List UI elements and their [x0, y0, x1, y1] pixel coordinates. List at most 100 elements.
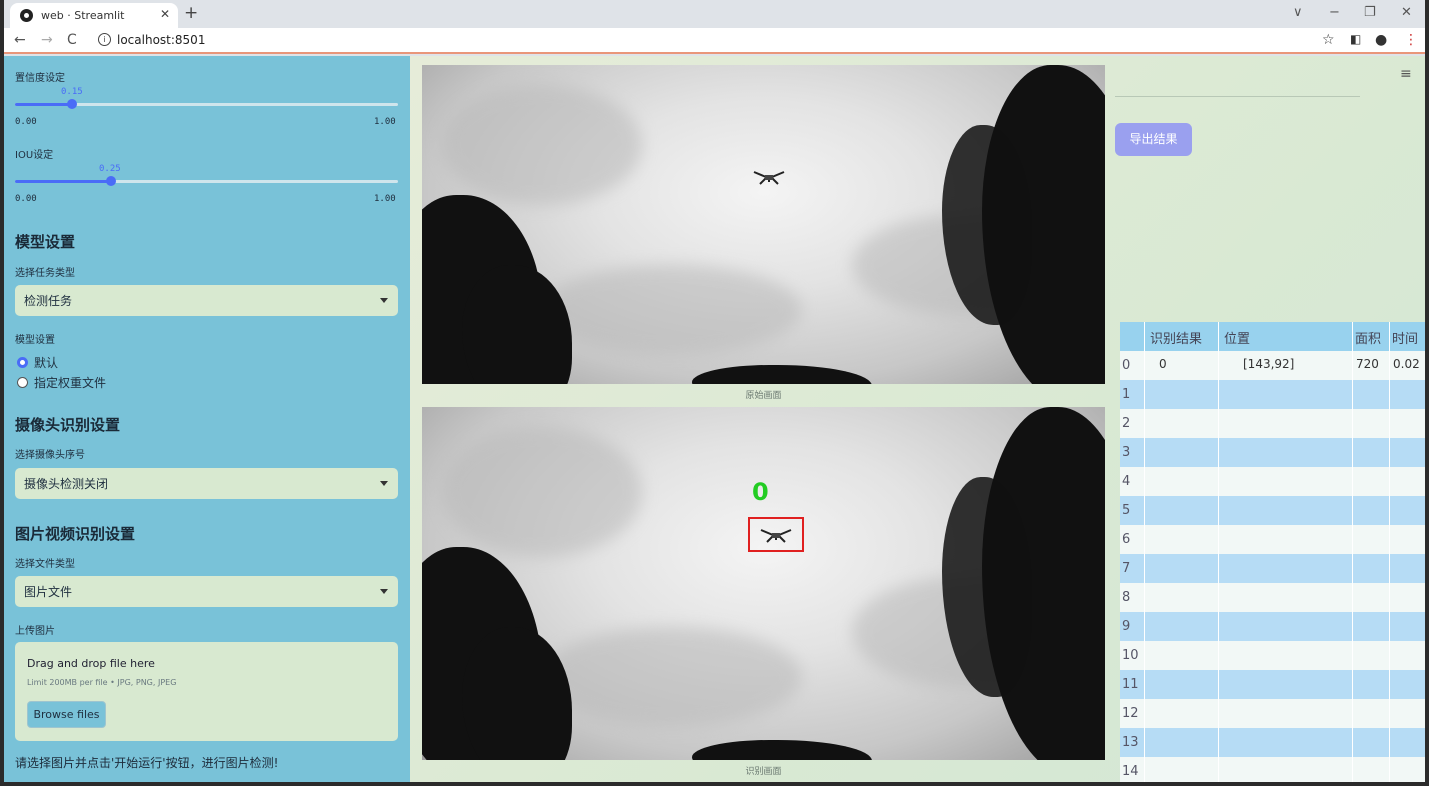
hamburger-menu-icon[interactable]: ≡ — [1400, 66, 1412, 82]
file-dropzone[interactable]: Drag and drop file here Limit 200MB per … — [15, 642, 398, 741]
table-row[interactable]: 5 — [1120, 496, 1425, 525]
new-tab-icon[interactable]: + — [184, 3, 198, 23]
cell-position — [1218, 757, 1352, 782]
confidence-slider[interactable] — [15, 99, 398, 109]
column-header-result[interactable]: 识别结果 — [1144, 322, 1218, 351]
chevron-down-icon — [380, 298, 388, 303]
radio-unselected-icon — [17, 377, 28, 388]
kebab-menu-icon[interactable]: ⋮ — [1404, 32, 1418, 48]
drone-image — [753, 171, 785, 185]
upload-label: 上传图片 — [15, 626, 55, 637]
reload-icon[interactable]: C — [67, 32, 77, 48]
table-row[interactable]: 13 — [1120, 728, 1425, 757]
dropzone-limit: Limit 200MB per file • JPG, PNG, JPEG — [27, 678, 177, 687]
browse-files-button[interactable]: Browse files — [27, 701, 106, 728]
task-type-value: 检测任务 — [24, 294, 73, 308]
cell-result — [1144, 728, 1218, 757]
row-index: 0 — [1122, 358, 1131, 373]
cell-area — [1352, 496, 1389, 525]
cell-time — [1389, 612, 1425, 641]
row-index: 12 — [1122, 706, 1139, 721]
row-index: 2 — [1122, 416, 1131, 431]
cell-position — [1218, 554, 1352, 583]
export-results-button[interactable]: 导出结果 — [1115, 123, 1192, 156]
table-row[interactable]: 9 — [1120, 612, 1425, 641]
table-row[interactable]: 11 — [1120, 670, 1425, 699]
tab-search-icon[interactable]: ∨ — [1293, 5, 1303, 20]
browser-tab[interactable]: web · Streamlit ✕ — [10, 3, 178, 28]
site-info-icon[interactable]: i — [98, 33, 111, 46]
table-header-row: 识别结果 位置 面积 时间 — [1120, 322, 1425, 351]
window-close-icon[interactable]: ✕ — [1401, 5, 1412, 20]
streamlit-favicon-icon — [20, 9, 33, 22]
cell-area: 720 — [1352, 351, 1389, 380]
cell-time — [1389, 438, 1425, 467]
url-text: localhost:8501 — [117, 33, 206, 47]
side-panel-icon[interactable]: ◧ — [1350, 32, 1361, 46]
cell-time — [1389, 641, 1425, 670]
confidence-slider-thumb[interactable] — [67, 99, 78, 109]
cell-area — [1352, 409, 1389, 438]
row-index: 13 — [1122, 735, 1139, 750]
column-header-area[interactable]: 面积 — [1352, 322, 1389, 351]
cell-position — [1218, 728, 1352, 757]
camera-select-value: 摄像头检测关闭 — [24, 477, 109, 491]
radio-default[interactable]: 默认 — [17, 354, 58, 371]
cell-time — [1389, 409, 1425, 438]
radio-custom-weights[interactable]: 指定权重文件 — [17, 374, 106, 391]
dropzone-title: Drag and drop file here — [27, 657, 155, 670]
confidence-slider-fill — [15, 103, 73, 106]
cell-position — [1218, 641, 1352, 670]
results-table[interactable]: 识别结果 位置 面积 时间 0 0 [143,92] 720 0.02 1 2 3 4 5 6 7 8 9… — [1120, 322, 1425, 782]
media-settings-header: 图片视频识别设置 — [15, 525, 136, 543]
restore-icon[interactable]: ❐ — [1364, 5, 1376, 20]
table-row[interactable]: 2 — [1120, 409, 1425, 438]
cell-result — [1144, 496, 1218, 525]
back-icon[interactable]: ← — [14, 32, 26, 48]
table-row[interactable]: 3 — [1120, 438, 1425, 467]
cell-result — [1144, 554, 1218, 583]
cell-time — [1389, 728, 1425, 757]
iou-slider[interactable] — [15, 176, 398, 186]
table-row[interactable]: 1 — [1120, 380, 1425, 409]
row-index: 8 — [1122, 590, 1131, 605]
table-row[interactable]: 8 — [1120, 583, 1425, 612]
table-row[interactable]: 6 — [1120, 525, 1425, 554]
table-row[interactable]: 0 0 [143,92] 720 0.02 — [1120, 351, 1425, 380]
tab-close-icon[interactable]: ✕ — [160, 7, 170, 21]
iou-slider-thumb[interactable] — [105, 176, 116, 186]
task-type-select[interactable]: 检测任务 — [15, 285, 398, 316]
cell-result — [1144, 438, 1218, 467]
detection-box — [748, 517, 804, 552]
minimize-icon[interactable]: − — [1329, 5, 1340, 20]
table-row[interactable]: 12 — [1120, 699, 1425, 728]
model-settings-header: 模型设置 — [15, 233, 76, 251]
cell-position — [1218, 583, 1352, 612]
iou-max: 1.00 — [374, 194, 396, 204]
iou-value: 0.25 — [99, 164, 121, 174]
browser-window: web · Streamlit ✕ + ∨ − ❐ ✕ ← → C i loca… — [4, 0, 1425, 782]
radio-default-label: 默认 — [34, 356, 59, 370]
table-row[interactable]: 14 — [1120, 757, 1425, 782]
cell-position: [143,92] — [1218, 351, 1352, 380]
table-row[interactable]: 10 — [1120, 641, 1425, 670]
column-header-time[interactable]: 时间 — [1389, 322, 1425, 351]
table-row[interactable]: 4 — [1120, 467, 1425, 496]
profile-icon[interactable]: ● — [1375, 32, 1387, 48]
column-header-position[interactable]: 位置 — [1218, 322, 1352, 351]
bookmark-star-icon[interactable]: ☆ — [1322, 32, 1335, 48]
cell-result — [1144, 380, 1218, 409]
row-index: 7 — [1122, 561, 1131, 576]
cell-time — [1389, 525, 1425, 554]
camera-index-label: 选择摄像头序号 — [15, 450, 85, 461]
table-row[interactable]: 7 — [1120, 554, 1425, 583]
cell-time — [1389, 670, 1425, 699]
cell-position — [1218, 380, 1352, 409]
file-type-select[interactable]: 图片文件 — [15, 576, 398, 607]
forward-icon[interactable]: → — [41, 32, 53, 48]
cell-area — [1352, 380, 1389, 409]
camera-select[interactable]: 摄像头检测关闭 — [15, 468, 398, 499]
url-field[interactable]: i localhost:8501 — [90, 30, 1290, 51]
cell-position — [1218, 496, 1352, 525]
confidence-label: 置信度设定 — [15, 73, 65, 84]
